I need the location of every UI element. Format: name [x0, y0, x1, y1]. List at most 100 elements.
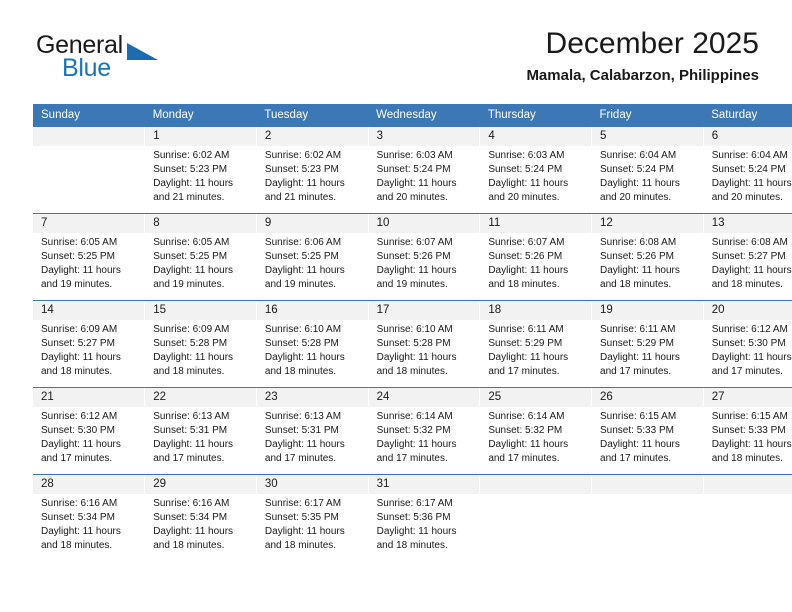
- day-number-cell[interactable]: 15: [144, 300, 257, 320]
- day-detail-line: Daylight: 11 hours: [264, 265, 345, 276]
- day-detail-line: Sunset: 5:28 PM: [153, 338, 228, 349]
- day-detail-cell[interactable]: Sunrise: 6:14 AM Sunset: 5:32 PM Daylight:…: [367, 407, 480, 475]
- day-detail-cell[interactable]: Sunrise: 6:10 AM Sunset: 5:28 PM Daylight:…: [367, 320, 480, 388]
- day-detail-cell[interactable]: Sunrise: 6:12 AM Sunset: 5:30 PM Daylight:…: [33, 407, 145, 475]
- day-detail-line: Daylight: 11 hours: [264, 439, 345, 450]
- day-detail-line: Daylight: 11 hours: [376, 526, 457, 537]
- day-detail-cell[interactable]: Sunrise: 6:14 AM Sunset: 5:32 PM Daylight:…: [479, 407, 592, 475]
- day-detail-cell[interactable]: Sunrise: 6:07 AM Sunset: 5:26 PM Daylight:…: [367, 233, 480, 301]
- day-detail-cell[interactable]: Sunrise: 6:02 AM Sunset: 5:23 PM Daylight:…: [144, 146, 257, 214]
- day-detail-line: Daylight: 11 hours: [600, 352, 680, 363]
- day-detail-cell[interactable]: Sunrise: 6:13 AM Sunset: 5:31 PM Daylight:…: [144, 407, 257, 475]
- day-detail-line: and 17 minutes.: [600, 453, 672, 464]
- day-number-cell[interactable]: 7: [33, 213, 145, 233]
- day-detail-cell[interactable]: Sunrise: 6:15 AM Sunset: 5:33 PM Daylight:…: [591, 407, 704, 475]
- day-detail-cell[interactable]: Sunrise: 6:13 AM Sunset: 5:31 PM Daylight:…: [255, 407, 369, 475]
- day-detail-line: Sunset: 5:32 PM: [488, 425, 563, 436]
- day-number-cell[interactable]: 25: [479, 387, 592, 407]
- day-detail-line: Sunrise: 6:02 AM: [153, 150, 230, 161]
- day-number-cell[interactable]: 27: [702, 387, 792, 407]
- day-number-cell[interactable]: 12: [591, 213, 704, 233]
- day-number-cell[interactable]: 1: [144, 127, 257, 146]
- day-number-cell[interactable]: 30: [255, 474, 369, 494]
- day-detail-line: Sunset: 5:26 PM: [376, 251, 451, 262]
- day-detail-cell[interactable]: Sunrise: 6:11 AM Sunset: 5:29 PM Daylight:…: [591, 320, 704, 388]
- day-detail-cell[interactable]: Sunrise: 6:08 AM Sunset: 5:27 PM Daylight:…: [702, 233, 792, 301]
- day-number-cell[interactable]: 3: [367, 127, 480, 146]
- day-detail-cell[interactable]: Sunrise: 6:05 AM Sunset: 5:25 PM Daylight:…: [144, 233, 257, 301]
- day-detail-line: and 18 minutes.: [488, 279, 560, 290]
- day-detail-cell[interactable]: Sunrise: 6:11 AM Sunset: 5:29 PM Daylight:…: [479, 320, 592, 388]
- day-number-cell[interactable]: 23: [255, 387, 369, 407]
- logo-triangle-icon: [127, 43, 158, 60]
- day-number-cell[interactable]: 4: [479, 127, 592, 146]
- day-detail-line: and 21 minutes.: [264, 192, 337, 203]
- day-detail-line: Sunrise: 6:07 AM: [376, 237, 453, 248]
- day-detail-cell[interactable]: Sunrise: 6:06 AM Sunset: 5:25 PM Daylight:…: [255, 233, 369, 301]
- day-detail-cell[interactable]: Sunrise: 6:04 AM Sunset: 5:24 PM Daylight:…: [591, 146, 704, 214]
- day-detail-cell[interactable]: Sunrise: 6:16 AM Sunset: 5:34 PM Daylight:…: [144, 494, 257, 561]
- day-detail-line: Sunset: 5:31 PM: [264, 425, 339, 436]
- day-detail-cell[interactable]: Sunrise: 6:05 AM Sunset: 5:25 PM Daylight:…: [33, 233, 145, 301]
- day-number-cell[interactable]: 16: [255, 300, 369, 320]
- day-number-cell[interactable]: 11: [479, 213, 592, 233]
- day-number-cell[interactable]: 20: [702, 300, 792, 320]
- page-subtitle: Mamala, Calabarzon, Philippines: [526, 67, 759, 84]
- day-number-cell[interactable]: 18: [479, 300, 592, 320]
- day-detail-line: Sunrise: 6:11 AM: [488, 324, 564, 335]
- day-number-cell[interactable]: 2: [255, 127, 369, 146]
- day-detail-line: Daylight: 11 hours: [600, 265, 680, 276]
- day-number-cell[interactable]: 17: [367, 300, 480, 320]
- day-detail-cell[interactable]: Sunrise: 6:03 AM Sunset: 5:24 PM Daylight:…: [479, 146, 592, 214]
- day-detail-line: Daylight: 11 hours: [488, 352, 569, 363]
- day-detail-line: and 18 minutes.: [153, 540, 225, 551]
- day-number-cell[interactable]: 19: [591, 300, 704, 320]
- day-detail-line: Sunrise: 6:06 AM: [264, 237, 342, 248]
- day-detail-cell[interactable]: Sunrise: 6:16 AM Sunset: 5:34 PM Daylight:…: [33, 494, 145, 561]
- empty-day-cell: [33, 127, 145, 146]
- day-detail-line: Sunrise: 6:02 AM: [264, 150, 342, 161]
- day-detail-line: Daylight: 11 hours: [153, 526, 234, 537]
- day-detail-line: and 19 minutes.: [153, 279, 225, 290]
- day-detail-line: Daylight: 11 hours: [488, 265, 569, 276]
- day-number-cell[interactable]: 29: [144, 474, 257, 494]
- day-number-cell[interactable]: 21: [33, 387, 145, 407]
- day-detail-cell[interactable]: Sunrise: 6:03 AM Sunset: 5:24 PM Daylight:…: [367, 146, 480, 214]
- day-number-cell[interactable]: 24: [367, 387, 480, 407]
- day-number-cell[interactable]: 28: [33, 474, 145, 494]
- day-detail-cell[interactable]: Sunrise: 6:02 AM Sunset: 5:23 PM Daylight:…: [255, 146, 369, 214]
- day-number-cell[interactable]: 9: [255, 213, 369, 233]
- day-detail-line: Daylight: 11 hours: [376, 352, 457, 363]
- day-detail-cell[interactable]: Sunrise: 6:08 AM Sunset: 5:26 PM Daylight:…: [591, 233, 704, 301]
- day-detail-line: Sunset: 5:23 PM: [153, 164, 228, 175]
- title-block: December 2025 Mamala, Calabarzon, Philip…: [526, 26, 759, 86]
- day-detail-line: Sunrise: 6:04 AM: [600, 150, 677, 161]
- day-detail-line: Sunset: 5:30 PM: [41, 425, 115, 436]
- day-detail-cell[interactable]: Sunrise: 6:10 AM Sunset: 5:28 PM Daylight:…: [255, 320, 369, 388]
- day-detail-cell[interactable]: Sunrise: 6:09 AM Sunset: 5:27 PM Daylight:…: [33, 320, 145, 388]
- day-detail-cell[interactable]: Sunrise: 6:15 AM Sunset: 5:33 PM Daylight:…: [702, 407, 792, 475]
- day-detail-cell[interactable]: Sunrise: 6:04 AM Sunset: 5:24 PM Daylight:…: [702, 146, 792, 214]
- day-detail-line: and 20 minutes.: [600, 192, 672, 203]
- day-number-cell[interactable]: 22: [144, 387, 257, 407]
- day-number-cell[interactable]: 13: [702, 213, 792, 233]
- day-number-cell[interactable]: 5: [591, 127, 704, 146]
- day-number-cell[interactable]: 26: [591, 387, 704, 407]
- day-detail-cell[interactable]: Sunrise: 6:09 AM Sunset: 5:28 PM Daylight:…: [144, 320, 257, 388]
- day-detail-cell[interactable]: Sunrise: 6:07 AM Sunset: 5:26 PM Daylight:…: [479, 233, 592, 301]
- day-number-cell[interactable]: 6: [702, 127, 792, 146]
- empty-day-cell: [591, 474, 704, 494]
- general-blue-logo[interactable]: General Blue: [33, 26, 233, 86]
- day-detail-cell[interactable]: Sunrise: 6:17 AM Sunset: 5:35 PM Daylight:…: [255, 494, 369, 561]
- day-number-cell[interactable]: 8: [144, 213, 257, 233]
- weekday-header-saturday: Saturday: [703, 104, 792, 127]
- day-detail-cell[interactable]: Sunrise: 6:12 AM Sunset: 5:30 PM Daylight:…: [702, 320, 792, 388]
- day-number-cell[interactable]: 10: [367, 213, 480, 233]
- day-detail-line: Sunrise: 6:16 AM: [41, 498, 118, 509]
- day-number-cell[interactable]: 14: [33, 300, 145, 320]
- week-daynumber-row: 14 15 16 17 18 19 20: [33, 300, 792, 320]
- day-number-cell[interactable]: 31: [367, 474, 480, 494]
- day-detail-line: Sunrise: 6:14 AM: [488, 411, 565, 422]
- day-detail-line: Sunset: 5:24 PM: [711, 164, 786, 175]
- day-detail-cell[interactable]: Sunrise: 6:17 AM Sunset: 5:36 PM Daylight:…: [367, 494, 480, 561]
